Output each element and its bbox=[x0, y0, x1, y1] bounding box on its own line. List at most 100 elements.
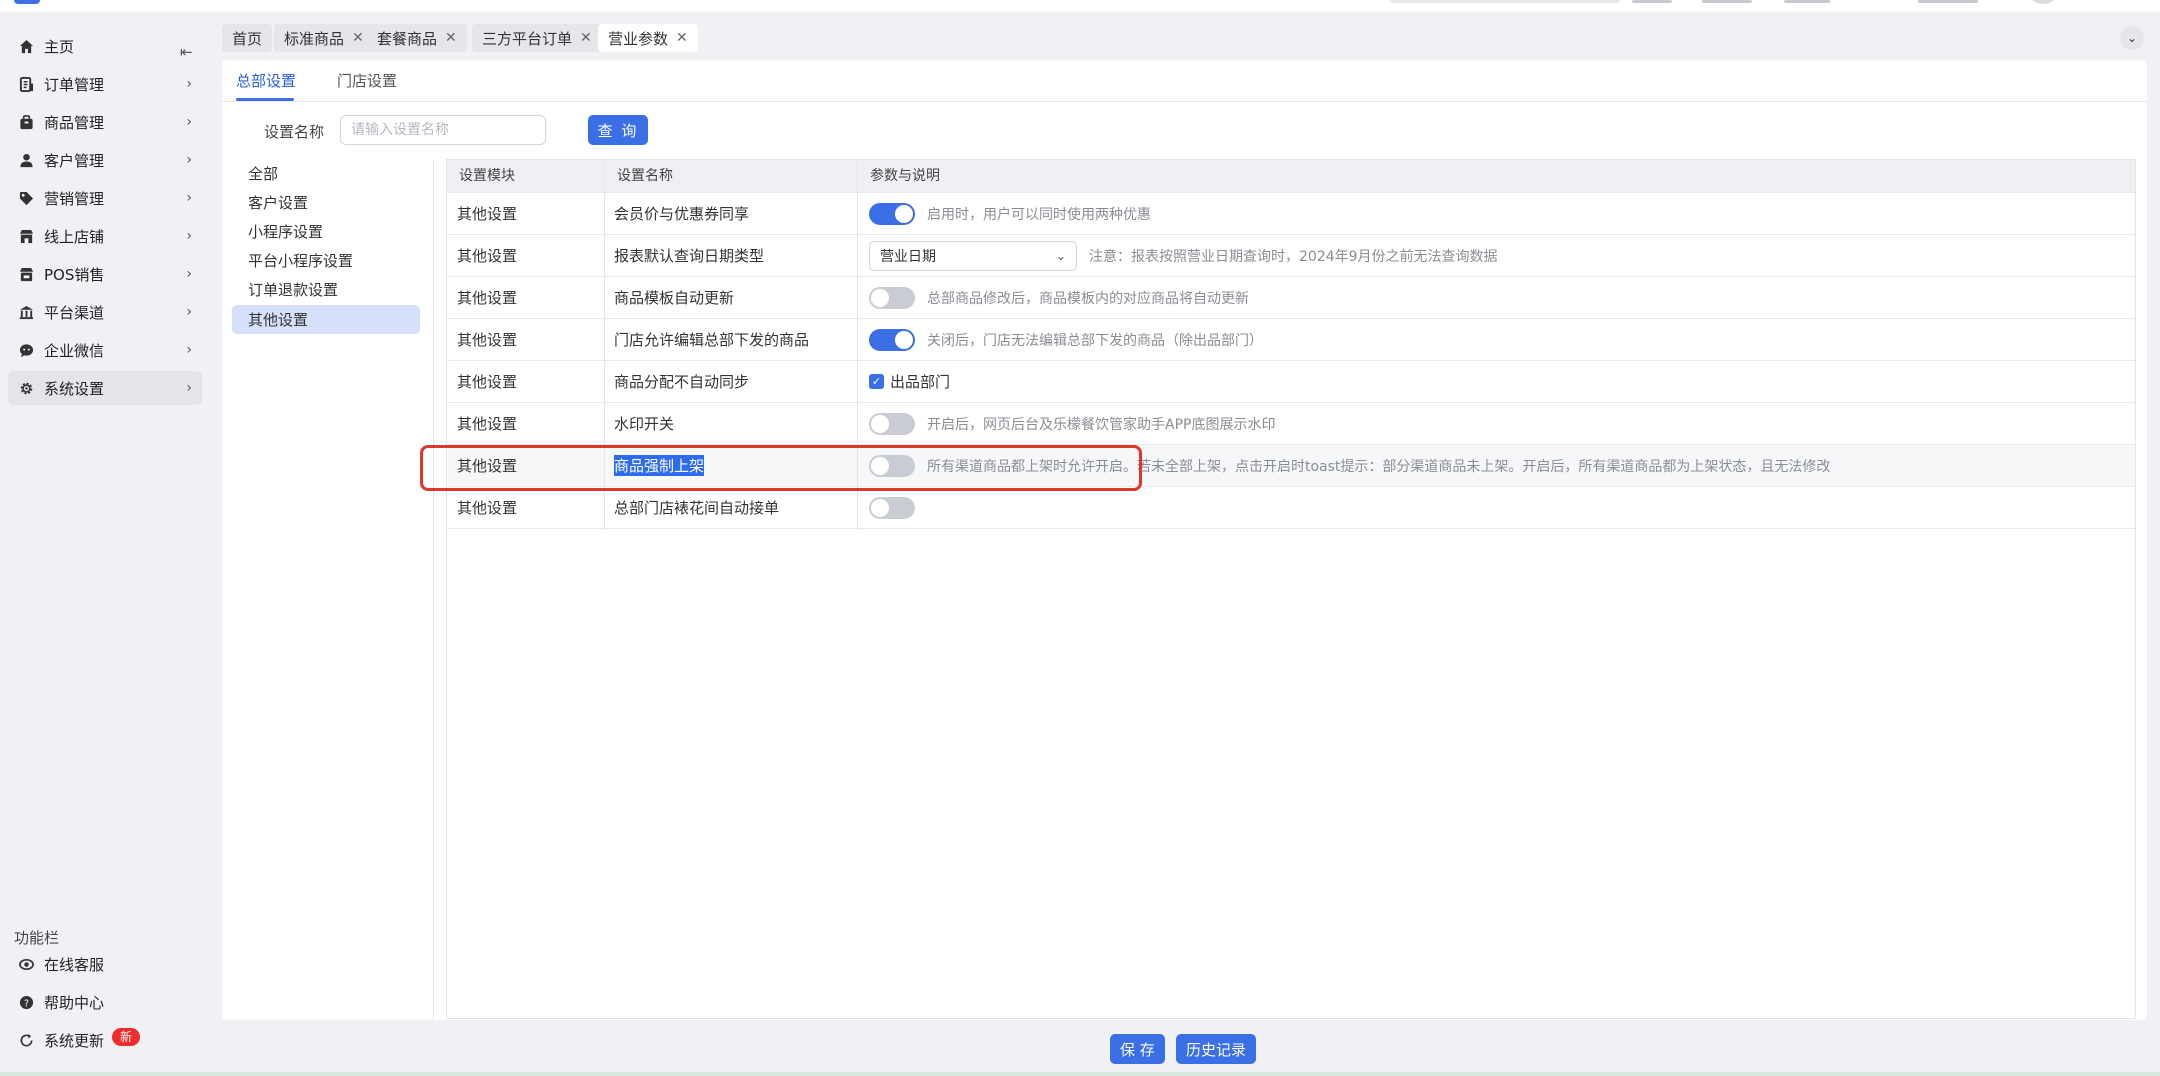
category-platform-miniprogram[interactable]: 平台小程序设置 bbox=[232, 246, 420, 275]
param-cell bbox=[869, 487, 915, 528]
sidebar-item-wechat-work[interactable]: 企业微信 › bbox=[8, 333, 202, 367]
tab-store-settings[interactable]: 门店设置 bbox=[337, 70, 397, 91]
gear-icon bbox=[18, 380, 34, 396]
collapse-sidebar-icon[interactable]: ⇤ bbox=[180, 43, 193, 61]
sidebar-item-orders[interactable]: 订单管理 › bbox=[8, 67, 202, 101]
module-cell: 其他设置 bbox=[457, 415, 518, 433]
module-cell: 其他设置 bbox=[457, 331, 518, 349]
table-row: 其他设置 总部门店裱花间自动接单 bbox=[447, 486, 2135, 529]
store-id-text bbox=[1918, 0, 1978, 3]
tab-standard-products[interactable]: 标准商品 ✕ bbox=[274, 24, 374, 52]
output-department-checkbox[interactable]: ✓ bbox=[869, 374, 884, 389]
date-type-select[interactable]: 营业日期 ⌄ bbox=[869, 240, 1077, 271]
table-header: 设置模块 设置名称 参数与说明 bbox=[447, 160, 2135, 192]
sidebar-item-online-service[interactable]: 在线客服 bbox=[8, 947, 202, 981]
header-link[interactable] bbox=[1784, 0, 1830, 3]
column-header-module: 设置模块 bbox=[459, 168, 515, 184]
tab-business-params[interactable]: 营业参数 ✕ bbox=[598, 24, 698, 52]
sidebar-item-help-center[interactable]: ? 帮助中心 bbox=[8, 985, 202, 1019]
sidebar-item-label: 营销管理 bbox=[44, 189, 105, 208]
tabs-dropdown-button[interactable]: ⌄ bbox=[2120, 26, 2144, 50]
global-search-input[interactable] bbox=[1390, 0, 1620, 3]
sidebar-item-home[interactable]: 主页 bbox=[8, 29, 202, 63]
watermark-switch[interactable] bbox=[869, 412, 915, 435]
decoration-room-auto-accept-switch[interactable] bbox=[869, 496, 915, 519]
sidebar-item-products[interactable]: 商品管理 › bbox=[8, 105, 202, 139]
sidebar-item-label: 系统更新 bbox=[44, 1031, 105, 1050]
chevron-right-icon: › bbox=[186, 114, 192, 130]
sidebar-item-channels[interactable]: 平台渠道 › bbox=[8, 295, 202, 329]
chevron-down-icon: ⌄ bbox=[2126, 31, 2138, 45]
table-row: 其他设置 门店允许编辑总部下发的商品 关闭后，门店无法编辑总部下发的商品（除出品… bbox=[447, 318, 2135, 360]
tab-headquarters-settings[interactable]: 总部设置 bbox=[236, 70, 296, 91]
column-header-param: 参数与说明 bbox=[870, 168, 940, 184]
checkbox-label: 出品部门 bbox=[890, 373, 951, 391]
setting-description: 启用时，用户可以同时使用两种优惠 bbox=[927, 206, 1151, 223]
setting-name-cell: 水印开关 bbox=[614, 415, 675, 433]
close-icon[interactable]: ✕ bbox=[580, 30, 592, 46]
avatar[interactable] bbox=[2030, 0, 2056, 4]
setting-description: 注意：报表按照营业日期查询时，2024年9月份之前无法查询数据 bbox=[1089, 248, 1498, 265]
tag-icon bbox=[18, 190, 34, 206]
table-row: 其他设置 商品模板自动更新 总部商品修改后，商品模板内的对应商品将自动更新 bbox=[447, 276, 2135, 318]
sidebar-item-system-update[interactable]: 系统更新 bbox=[8, 1023, 202, 1057]
close-icon[interactable]: ✕ bbox=[676, 30, 688, 46]
setting-name-search-input[interactable] bbox=[340, 115, 546, 145]
category-other[interactable]: 其他设置 bbox=[232, 305, 420, 334]
sidebar-item-online-store[interactable]: 线上店铺 › bbox=[8, 219, 202, 253]
selected-setting-name: 商品强制上架 bbox=[614, 455, 705, 476]
column-divider bbox=[604, 160, 605, 530]
param-cell: ✓ 出品部门 bbox=[869, 361, 950, 402]
sidebar: 主页 ⇤ 订单管理 › 商品管理 › 客户管理 › 营销管理 › 线上店铺 › … bbox=[0, 12, 211, 1076]
sidebar-item-label: 帮助中心 bbox=[44, 993, 105, 1012]
tab-label: 套餐商品 bbox=[377, 29, 438, 48]
select-value: 营业日期 bbox=[880, 248, 936, 265]
header-link[interactable] bbox=[1702, 0, 1752, 3]
tab-home[interactable]: 首页 bbox=[222, 24, 273, 52]
chevron-right-icon: › bbox=[186, 190, 192, 206]
param-cell: 营业日期 ⌄ 注意：报表按照营业日期查询时，2024年9月份之前无法查询数据 bbox=[869, 235, 1498, 276]
search-label: 设置名称 bbox=[264, 123, 325, 141]
column-header-name: 设置名称 bbox=[617, 168, 673, 184]
app-logo bbox=[14, 0, 40, 4]
category-order-refund[interactable]: 订单退款设置 bbox=[232, 275, 420, 304]
sidebar-item-marketing[interactable]: 营销管理 › bbox=[8, 181, 202, 215]
chevron-down-icon: ⌄ bbox=[1055, 248, 1066, 263]
pos-icon bbox=[18, 266, 34, 282]
template-auto-update-switch[interactable] bbox=[869, 286, 915, 309]
setting-name-cell: 商品分配不自动同步 bbox=[614, 373, 750, 391]
table-row: 其他设置 水印开关 开启后，网页后台及乐檬餐饮管家助手APP底图展示水印 bbox=[447, 402, 2135, 444]
divider bbox=[433, 160, 434, 1020]
sidebar-item-label: 商品管理 bbox=[44, 113, 105, 132]
history-button[interactable]: 历史记录 bbox=[1176, 1034, 1257, 1064]
query-button[interactable]: 查 询 bbox=[588, 115, 648, 145]
sidebar-item-label: POS销售 bbox=[44, 265, 105, 284]
save-button[interactable]: 保 存 bbox=[1110, 1034, 1165, 1064]
check-icon: ✓ bbox=[871, 375, 882, 388]
close-icon[interactable]: ✕ bbox=[352, 30, 364, 46]
setting-name-cell: 会员价与优惠券同享 bbox=[614, 205, 750, 223]
refresh-icon bbox=[18, 1032, 34, 1048]
sidebar-item-label: 平台渠道 bbox=[44, 303, 105, 322]
tab-combo-products[interactable]: 套餐商品 ✕ bbox=[367, 24, 467, 52]
sidebar-item-customers[interactable]: 客户管理 › bbox=[8, 143, 202, 177]
tab-third-party-orders[interactable]: 三方平台订单 ✕ bbox=[472, 24, 602, 52]
setting-description: 关闭后，门店无法编辑总部下发的商品（除出品部门） bbox=[927, 332, 1263, 349]
setting-name-cell: 商品强制上架 bbox=[614, 445, 705, 486]
sidebar-item-label: 订单管理 bbox=[44, 75, 105, 94]
store-edit-hq-products-switch[interactable] bbox=[869, 328, 915, 351]
setting-description: 总部商品修改后，商品模板内的对应商品将自动更新 bbox=[927, 290, 1249, 307]
setting-name-cell: 门店允许编辑总部下发的商品 bbox=[614, 331, 810, 349]
module-cell: 其他设置 bbox=[457, 373, 518, 391]
close-icon[interactable]: ✕ bbox=[445, 30, 457, 46]
sidebar-item-system-settings[interactable]: 系统设置 › bbox=[8, 371, 202, 405]
category-all[interactable]: 全部 bbox=[232, 159, 420, 188]
category-miniprogram[interactable]: 小程序设置 bbox=[232, 217, 420, 246]
sidebar-item-pos[interactable]: POS销售 › bbox=[8, 257, 202, 291]
category-customer[interactable]: 客户设置 bbox=[232, 188, 420, 217]
force-listing-switch[interactable] bbox=[869, 454, 915, 477]
table-row: 其他设置 报表默认查询日期类型 营业日期 ⌄ 注意：报表按照营业日期查询时，20… bbox=[447, 234, 2135, 276]
footer-actions: 保 存 历史记录 bbox=[222, 1022, 2147, 1072]
member-coupon-share-switch[interactable] bbox=[869, 202, 915, 225]
header-link[interactable] bbox=[1632, 0, 1672, 3]
